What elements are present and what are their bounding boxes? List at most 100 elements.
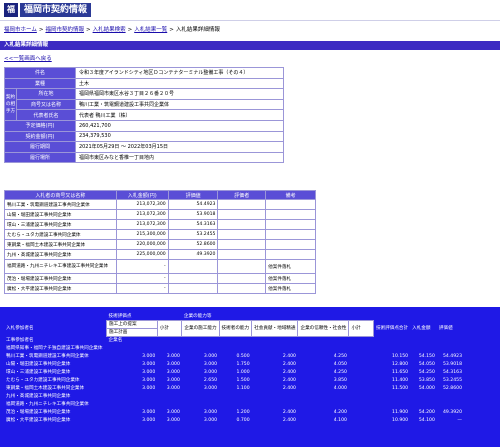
- eval-cell: 11.900: [392, 409, 409, 415]
- breadcrumb-separator: >: [169, 27, 174, 33]
- table-row: 山陽・堀田建設工事共同企業体 3.000 3.000 3.000 1.750 2.400 4…: [4, 360, 464, 368]
- info-row: 契約金額(円) 234,379,530: [4, 130, 285, 143]
- eval-cell: 11.500: [392, 385, 409, 391]
- site-logo[interactable]: 福 福岡市契約情報: [4, 3, 92, 17]
- eval-cell: [107, 344, 464, 352]
- info-value: 2021年05月29日 ～ 2022年03月15日: [74, 141, 285, 153]
- eval-cell: [182, 336, 219, 344]
- info-value: 鴨川工業・筑電鋼道建設工事共同企業体: [74, 98, 285, 111]
- bids-header: 入札者の商号又は名称: [4, 190, 117, 200]
- bid-evaluator: [217, 273, 267, 284]
- eval-cell: 53.850: [418, 377, 435, 383]
- info-label: 所在地: [16, 88, 76, 100]
- bids-table: 入札者の商号又は名称 入札金額(円) 評価値 評価者 備考 鴨川工業・筑電鋼道建…: [4, 190, 316, 294]
- back-to-list-link[interactable]: <<一覧画面へ戻る: [4, 54, 52, 62]
- table-row: 茂治・堀場建設工事共同企業体 - 他案件落札: [4, 273, 316, 284]
- eval-cell: 10.900: [392, 417, 409, 423]
- eval-cell: [107, 392, 464, 400]
- bidder-name: 東鋼業・福岡土木建設工事共同企業体: [4, 239, 117, 250]
- bids-header: 評価値: [167, 190, 219, 200]
- site-title: 福岡市契約情報: [20, 3, 92, 17]
- bidder-name: 鴨川工業・筑電鋼道建設工事共同企業体: [4, 199, 117, 210]
- eval-cell: 3.000: [142, 409, 156, 415]
- eval-cell: [349, 384, 374, 392]
- eval-header-row: 入札参加者名 施工上の提案 小計 企業の施工能力 技術者の能力 社会貢献・地域精…: [4, 319, 464, 337]
- eval-cell: たむら・ユタカ建設工事共同企業体: [6, 378, 80, 383]
- table-row: 福岡道路・九州ニチレキ工事建設工事共同企業体 - 他案件落札: [4, 259, 316, 274]
- table-row: 工事参加者名 企業名: [4, 336, 464, 344]
- breadcrumb-link-search[interactable]: 入札結果検索: [93, 27, 126, 33]
- info-value: 代表者 鴨川工業（株）: [74, 109, 285, 121]
- bid-evaluator: [217, 283, 267, 294]
- eval-cell: 3.000: [166, 385, 180, 391]
- info-label: 履行期間: [4, 141, 76, 153]
- info-value: 令和３年度アイランドシティ地区Ｄコンテナターミナル整備工事（その４）: [74, 67, 285, 79]
- eval-top-header: 技術評価点: [108, 313, 132, 319]
- eval-cell: 福岡県知事・福岡ナチ独自建設工事共同企業体: [6, 346, 103, 351]
- bid-amount: -: [115, 273, 169, 284]
- info-value: 福岡県福岡市東区水谷３丁目２６番２０号: [74, 88, 285, 100]
- bid-note: [265, 209, 316, 220]
- eval-cell: 1.500: [236, 377, 250, 383]
- eval-cell: 福岡道路・九州ニチレキ工事共同企業体: [6, 402, 89, 407]
- bid-note: 他案件落札: [265, 259, 316, 274]
- eval-header: 評価値: [438, 326, 453, 331]
- eval-cell: 0.700: [236, 417, 250, 423]
- bid-evaluator: [217, 259, 267, 274]
- breadcrumb-link-contract-info[interactable]: 福岡市契約情報: [45, 27, 84, 33]
- site-header: 福 福岡市契約情報: [0, 0, 500, 21]
- table-row: 鴨川工業・筑電鋼道建設工事共同企業体 213,072,300 54.4923: [4, 199, 316, 210]
- eval-cell: 54.050: [418, 361, 435, 367]
- eval-cell: 54.150: [418, 353, 435, 359]
- bidder-name: 廣松・大平建設工事共同企業体: [4, 283, 117, 294]
- info-label: 件名: [4, 67, 76, 79]
- table-row: 九州・髙城建設工事共同企業体: [4, 392, 464, 400]
- bid-note: [265, 249, 316, 260]
- breadcrumb: 福岡市ホーム > 福岡市契約情報 > 入札結果検索 > 入札結果一覧 > 入札結果詳細情報: [4, 25, 220, 33]
- eval-cell: 12.800: [392, 361, 409, 367]
- eval-cell: 茂治・堀場建設工事共同企業体: [6, 410, 71, 415]
- bid-score: 54.4923: [167, 199, 219, 210]
- eval-cell: [349, 376, 374, 384]
- eval-top-header-row: 技術評価点 企業の能力等: [4, 312, 464, 320]
- info-label: 商号又は名称: [16, 98, 76, 111]
- eval-cell: 環山・三浦建設工事共同企業体: [6, 370, 71, 375]
- bid-score: 49.3920: [167, 249, 219, 260]
- eval-header: 技術者の能力: [218, 319, 253, 337]
- eval-cell: 10.150: [392, 353, 409, 359]
- eval-cell: 3.000: [142, 361, 156, 367]
- eval-cell: [437, 336, 464, 344]
- eval-cell: [349, 416, 374, 424]
- eval-header: 技術評価点合計: [375, 326, 409, 331]
- city-emblem-icon: 福: [4, 3, 18, 17]
- breadcrumb-separator: >: [85, 27, 91, 33]
- eval-cell: 3.000: [203, 353, 218, 359]
- breadcrumb-link-list[interactable]: 入札結果一覧: [134, 27, 167, 33]
- bid-evaluator: [217, 239, 267, 250]
- info-label: 契約金額(円): [4, 130, 76, 143]
- eval-cell: 4.050: [333, 361, 347, 367]
- info-row: 代表者氏名 代表者 鴨川工業（株）: [5, 109, 285, 121]
- table-row: 環山・三浦建設工事共同企業体 213,072,300 54.3163: [4, 219, 316, 230]
- table-row: 廣松・大平建設工事共同企業体 - 他案件落札: [4, 283, 316, 294]
- info-row: 業種 土木: [4, 77, 285, 90]
- eval-cell: [298, 336, 349, 344]
- bid-score: 53.9018: [167, 209, 219, 220]
- section-title: 入札結果詳細情報: [4, 42, 49, 48]
- eval-cell: 54.100: [418, 417, 435, 423]
- eval-cell: [219, 336, 252, 344]
- info-value: 234,379,530: [74, 130, 285, 143]
- eval-cell: 鴨川工業・筑電鋼道建設工事共同企業体: [6, 354, 89, 359]
- breadcrumb-link-home[interactable]: 福岡市ホーム: [4, 27, 37, 33]
- eval-cell: 東鋼業・福岡土木建設工事共同企業体: [6, 386, 85, 391]
- table-row: 鴨川工業・筑電鋼道建設工事共同企業体 3.000 3.000 3.000 0.500 2.…: [4, 352, 464, 360]
- eval-cell: 54.4923: [443, 353, 462, 359]
- bidder-name: 茂治・堀場建設工事共同企業体: [4, 273, 117, 284]
- eval-cell: [107, 400, 464, 408]
- eval-cell: 49.3920: [443, 409, 462, 415]
- bids-header: 評価者: [217, 190, 267, 200]
- eval-cell: 3.000: [142, 369, 156, 375]
- eval-cell: —: [457, 417, 462, 423]
- eval-cell: 2.400: [282, 369, 296, 375]
- table-row: 廣松・大平建設工事共同企業体 3.000 3.000 3.000 0.700 2.400 4…: [4, 416, 464, 424]
